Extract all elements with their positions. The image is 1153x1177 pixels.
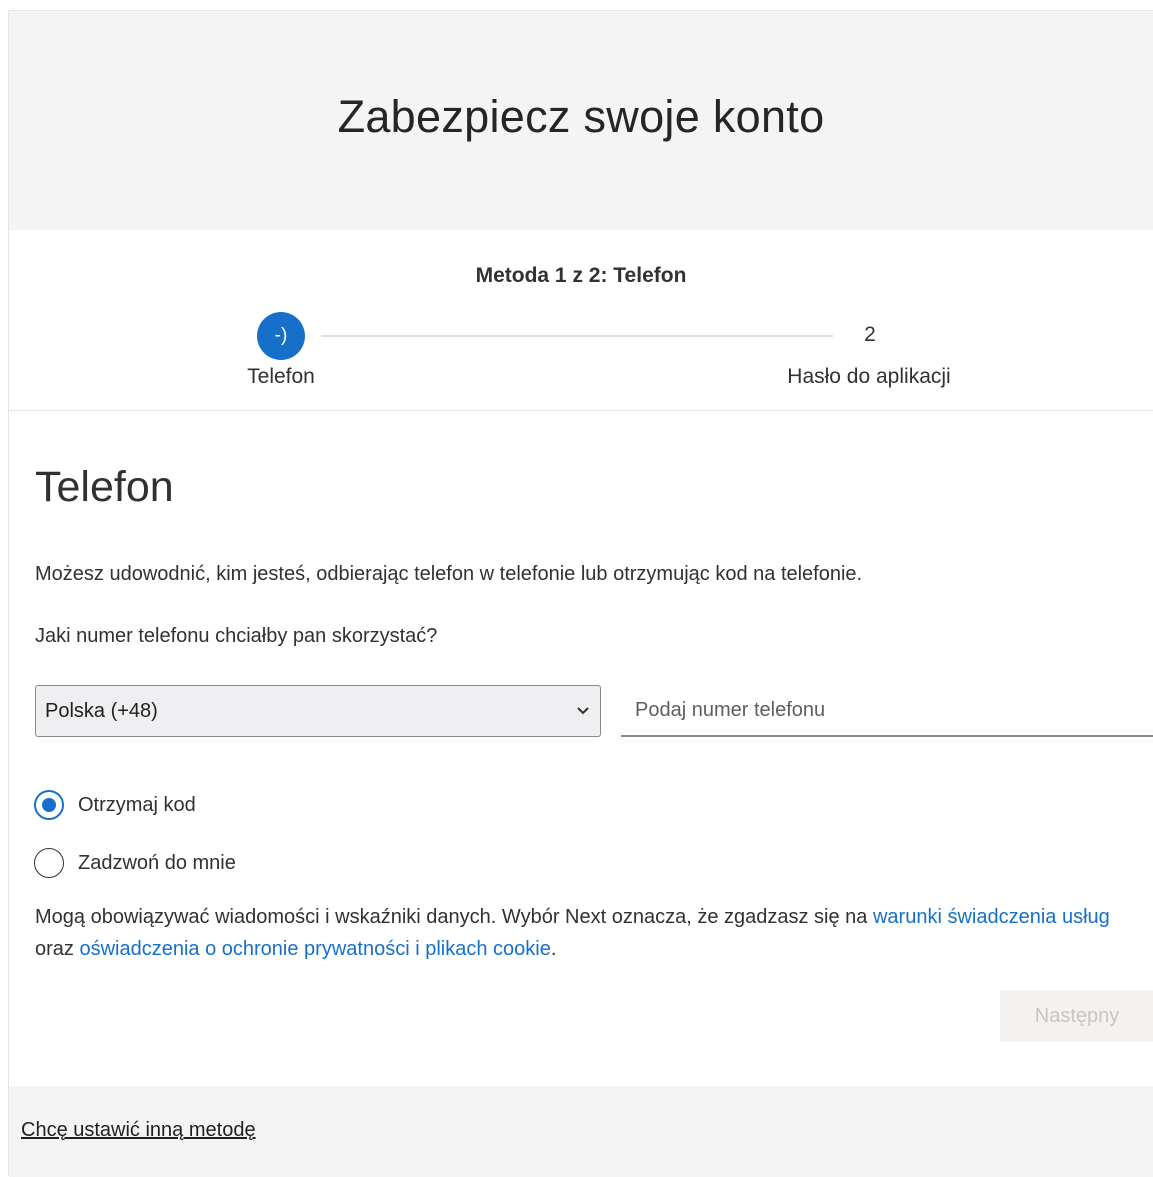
step-1-label: Telefon	[247, 365, 315, 388]
step-caption: Metoda 1 z 2: Telefon	[475, 264, 687, 287]
progress-stepper: Metoda 1 z 2: Telefon -) Telefon 2 Hasło…	[9, 230, 1153, 411]
section-title: Telefon	[35, 463, 174, 511]
choose-other-method-link[interactable]: Chcę ustawić inną metodę	[21, 1119, 256, 1142]
section-description: Możesz udowodnić, kim jesteś, odbierając…	[35, 563, 863, 585]
radio-option-call-me[interactable]: Zadzwoń do mnie	[34, 845, 236, 881]
radio-option-receive-code[interactable]: Otrzymaj kod	[34, 787, 196, 823]
step-2-label: Hasło do aplikacji	[787, 365, 951, 388]
radio-button-unchecked-icon[interactable]	[34, 848, 64, 878]
page-title: Zabezpiecz swoje konto	[337, 91, 825, 142]
phone-number-input[interactable]	[621, 685, 1153, 737]
country-code-value: Polska (+48)	[45, 700, 158, 722]
privacy-cookies-link[interactable]: oświadczenia o ochronie prywatności i pl…	[79, 938, 550, 960]
country-code-select[interactable]: Polska (+48)	[35, 685, 601, 737]
step-connector-line	[321, 335, 833, 337]
legal-text-before: Mogą obowiązywać wiadomości i wskaźniki …	[35, 906, 873, 928]
next-button[interactable]: Następny	[1000, 990, 1153, 1042]
radio-label-call-me: Zadzwoń do mnie	[78, 851, 236, 874]
radio-label-receive-code: Otrzymaj kod	[78, 793, 196, 816]
legal-notice: Mogą obowiązywać wiadomości i wskaźniki …	[35, 901, 1115, 965]
radio-button-checked-icon[interactable]	[34, 790, 64, 820]
legal-text-middle: oraz	[35, 938, 80, 960]
phone-question: Jaki numer telefonu chciałby pan skorzys…	[35, 625, 438, 647]
header: Zabezpiecz swoje konto	[9, 11, 1153, 230]
step-2-number: 2	[864, 323, 876, 346]
step-1-current-icon: -)	[257, 312, 305, 360]
legal-text-after: .	[550, 938, 557, 960]
footer: Chcę ustawić inną metodę	[9, 1086, 1153, 1177]
terms-of-service-link[interactable]: warunki świadczenia usług	[873, 906, 1110, 928]
chevron-down-icon	[576, 686, 590, 757]
setup-panel: Zabezpiecz swoje konto Metoda 1 z 2: Tel…	[8, 10, 1153, 1177]
